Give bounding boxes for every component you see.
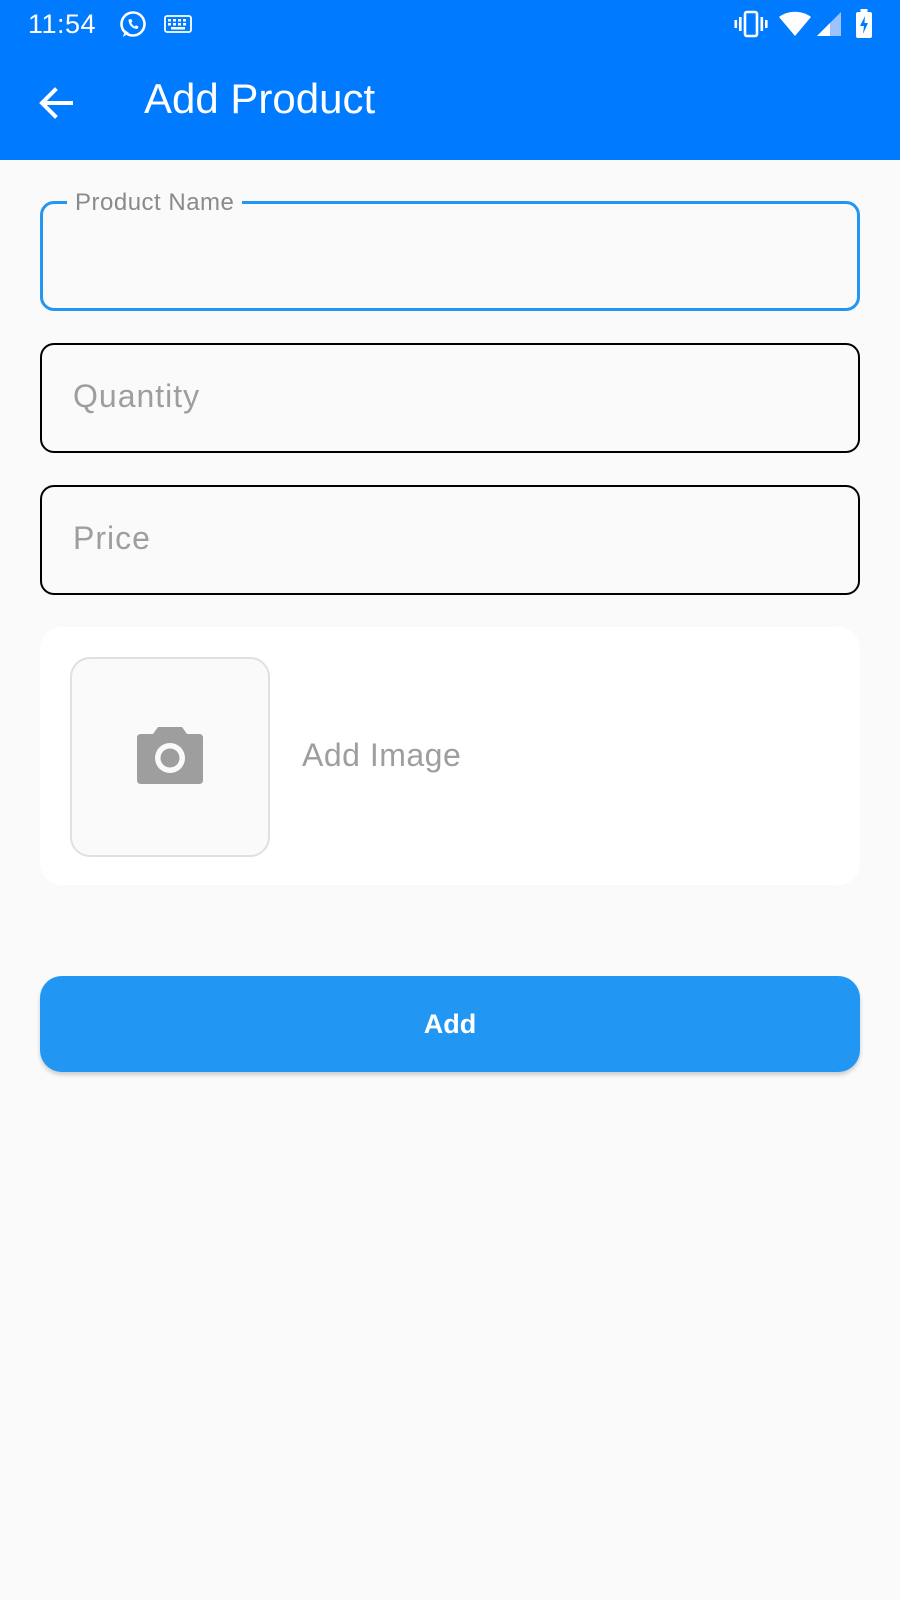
product-name-field[interactable]: Product Name (40, 189, 860, 311)
image-picker-card: Add Image (40, 627, 860, 885)
status-bar: 11:54 (0, 0, 900, 48)
price-field[interactable]: Price (40, 485, 860, 595)
status-time: 11:54 (28, 9, 97, 39)
add-button[interactable]: Add (40, 976, 860, 1072)
cell-signal-icon (816, 11, 842, 42)
quantity-field[interactable]: Quantity (40, 343, 860, 453)
product-name-label: Product Name (67, 189, 243, 217)
whatsapp-icon (118, 10, 148, 45)
camera-icon (137, 727, 203, 784)
price-placeholder: Price (73, 520, 151, 556)
vibrate-icon (734, 10, 768, 43)
keyboard-icon (164, 15, 192, 38)
arrow-back-icon (39, 87, 73, 119)
app-bar: Add Product (0, 48, 900, 160)
add-image-label: Add Image (302, 737, 462, 773)
wifi-icon (778, 11, 812, 42)
page-title: Add Product (144, 75, 376, 122)
back-button[interactable] (30, 77, 82, 129)
battery-charging-icon (855, 9, 873, 44)
image-picker-button[interactable] (70, 657, 270, 857)
quantity-placeholder: Quantity (73, 378, 201, 414)
